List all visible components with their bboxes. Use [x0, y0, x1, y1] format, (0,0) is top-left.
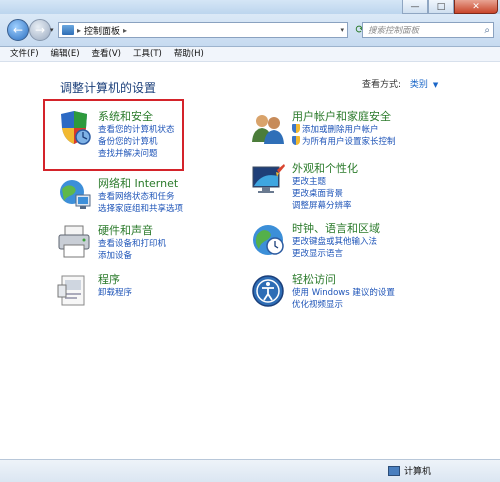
recent-pages-dropdown[interactable]: ▾	[50, 26, 54, 34]
network-icon[interactable]	[56, 177, 92, 213]
appearance-icon[interactable]	[250, 162, 286, 198]
view-by: 查看方式: 类别 ▼	[362, 77, 438, 90]
menu-help[interactable]: 帮助(H)	[168, 47, 210, 61]
link-uninstall[interactable]: 卸载程序	[98, 287, 132, 299]
chevron-down-icon[interactable]: ▼	[433, 81, 438, 89]
category-title[interactable]: 网络和 Internet	[98, 177, 183, 191]
menu-file[interactable]: 文件(F)	[0, 47, 45, 61]
category-title[interactable]: 硬件和声音	[98, 224, 166, 238]
search-input[interactable]: 搜索控制面板	[363, 24, 484, 36]
category-programs: 程序 卸载程序	[56, 273, 132, 309]
menu-edit[interactable]: 编辑(E)	[45, 47, 86, 61]
address-bar[interactable]: ▸ 控制面板 ▸ ▾	[58, 22, 348, 38]
link-add-device[interactable]: 添加设备	[98, 250, 166, 262]
highlight-box	[43, 99, 184, 171]
uac-shield-icon	[292, 136, 300, 145]
category-title[interactable]: 用户帐户和家庭安全	[292, 110, 396, 124]
category-title[interactable]: 程序	[98, 273, 132, 287]
address-dropdown-icon[interactable]: ▾	[340, 26, 344, 34]
forward-button[interactable]: →	[29, 19, 51, 41]
link-change-theme[interactable]: 更改主题	[292, 176, 358, 188]
link-text: 添加或删除用户帐户	[302, 125, 379, 135]
category-network: 网络和 Internet 查看网络状态和任务 选择家庭组和共享选项	[56, 177, 183, 215]
menu-view[interactable]: 查看(V)	[86, 47, 127, 61]
category-title[interactable]: 外观和个性化	[292, 162, 358, 176]
breadcrumb-control-panel[interactable]: 控制面板	[84, 24, 120, 37]
link-devices-printers[interactable]: 查看设备和打印机	[98, 238, 166, 250]
category-ease-of-access: 轻松访问 使用 Windows 建议的设置 优化视频显示	[250, 273, 395, 311]
main-content: 调整计算机的设置 查看方式: 类别 ▼ 系统和安全 查看您的计算机状态 备份您的…	[0, 62, 500, 459]
view-by-label: 查看方式:	[362, 80, 402, 90]
title-bar: — □ ✕	[0, 0, 500, 14]
category-user-accounts: 用户帐户和家庭安全 添加或删除用户帐户 为所有用户设置家长控制	[250, 110, 396, 148]
breadcrumb-separator-icon[interactable]: ▸	[123, 26, 127, 35]
category-hardware-sound: 硬件和声音 查看设备和打印机 添加设备	[56, 224, 166, 262]
category-appearance: 外观和个性化 更改主题 更改桌面背景 调整屏幕分辨率	[250, 162, 358, 212]
link-display-language[interactable]: 更改显示语言	[292, 248, 380, 260]
control-panel-window: — □ ✕ ← → ▾ ▸ 控制面板 ▸ ▾ ⟳ 搜索控制面板 ⌕ 文件(F) …	[0, 0, 500, 482]
link-add-remove-accounts[interactable]: 添加或删除用户帐户	[292, 124, 396, 136]
close-button[interactable]: ✕	[454, 0, 498, 14]
view-by-dropdown[interactable]: 类别	[410, 80, 428, 90]
category-title[interactable]: 时钟、语言和区域	[292, 222, 380, 236]
status-computer: 计算机	[388, 464, 431, 477]
link-desktop-background[interactable]: 更改桌面背景	[292, 188, 358, 200]
minimize-button[interactable]: —	[402, 0, 428, 14]
breadcrumb-separator-icon[interactable]: ▸	[77, 26, 81, 35]
search-box[interactable]: 搜索控制面板 ⌕	[362, 22, 494, 38]
hardware-sound-icon[interactable]	[56, 224, 92, 260]
computer-icon	[388, 465, 400, 476]
page-title: 调整计算机的设置	[60, 81, 157, 95]
navigation-bar: ← → ▾ ▸ 控制面板 ▸ ▾ ⟳ 搜索控制面板 ⌕	[0, 14, 500, 47]
user-accounts-icon[interactable]	[250, 110, 286, 146]
link-recommended-settings[interactable]: 使用 Windows 建议的设置	[292, 287, 395, 299]
link-text: 为所有用户设置家长控制	[302, 137, 396, 147]
uac-shield-icon	[292, 124, 300, 133]
back-button[interactable]: ←	[7, 19, 29, 41]
link-parental-controls[interactable]: 为所有用户设置家长控制	[292, 136, 396, 148]
status-bar: 计算机	[0, 459, 500, 482]
menu-bar: 文件(F) 编辑(E) 查看(V) 工具(T) 帮助(H)	[0, 47, 500, 62]
category-clock-region: 时钟、语言和区域 更改键盘或其他输入法 更改显示语言	[250, 222, 380, 260]
programs-icon[interactable]	[56, 273, 92, 309]
link-homegroup[interactable]: 选择家庭组和共享选项	[98, 203, 183, 215]
link-screen-resolution[interactable]: 调整屏幕分辨率	[292, 200, 358, 212]
window-controls: — □ ✕	[402, 0, 498, 14]
link-optimize-visual[interactable]: 优化视频显示	[292, 299, 395, 311]
ease-of-access-icon[interactable]	[250, 273, 286, 309]
maximize-button[interactable]: □	[428, 0, 454, 14]
search-icon[interactable]: ⌕	[484, 25, 493, 36]
clock-region-icon[interactable]	[250, 222, 286, 258]
control-panel-icon	[62, 25, 74, 35]
category-title[interactable]: 轻松访问	[292, 273, 395, 287]
status-computer-label: 计算机	[404, 467, 432, 477]
menu-tools[interactable]: 工具(T)	[127, 47, 168, 61]
link-network-status[interactable]: 查看网络状态和任务	[98, 191, 183, 203]
link-change-input-method[interactable]: 更改键盘或其他输入法	[292, 236, 380, 248]
